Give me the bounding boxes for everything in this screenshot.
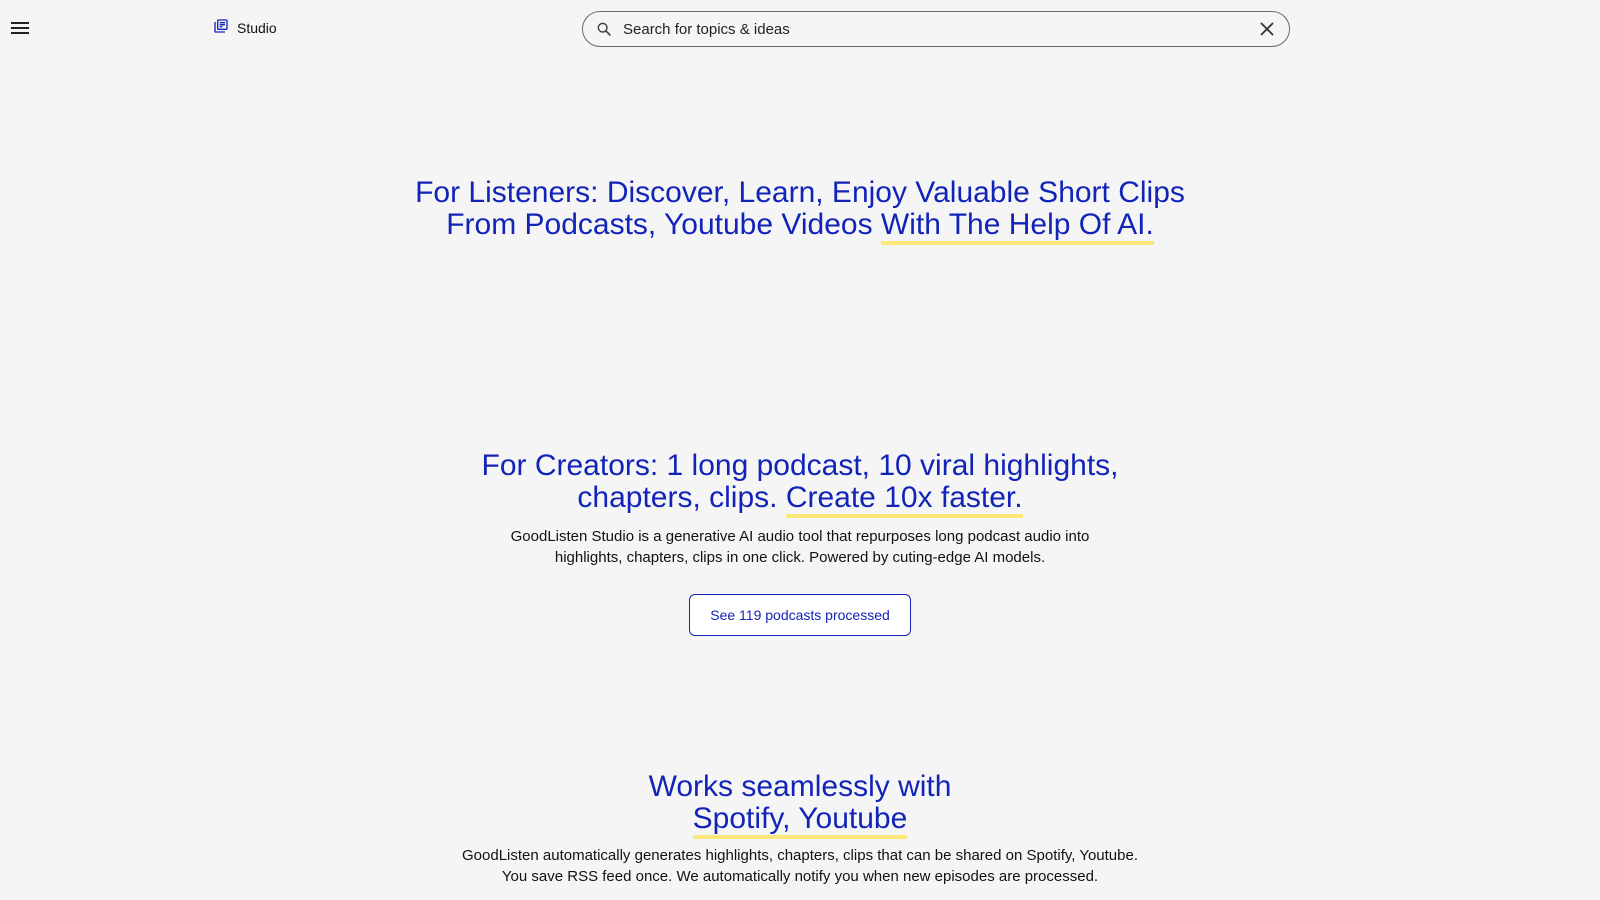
search-bar [582,11,1290,47]
search-input[interactable] [621,19,1255,39]
hamburger-menu-icon[interactable] [8,16,32,40]
creators-title-line1: For Creators: 1 long podcast, 10 viral h… [481,449,1119,482]
creators-title-highlight: Create 10x faster. [785,481,1023,518]
creators-section: For Creators: 1 long podcast, 10 viral h… [0,450,1600,636]
see-podcasts-button[interactable]: See 119 podcasts processed [689,594,911,636]
creators-title-line2: chapters, clips. [577,481,786,514]
creators-description: GoodListen Studio is a generative AI aud… [0,526,1600,568]
integrations-title-highlight: Spotify, Youtube [692,802,908,839]
creators-title: For Creators: 1 long podcast, 10 viral h… [0,449,1600,518]
integrations-title-line1: Works seamlessly with [648,770,952,803]
creators-desc-line2: highlights, chapters, clips in one click… [554,549,1046,566]
integrations-description: GoodListen automatically generates highl… [0,845,1600,887]
listeners-title-highlight: With The Help Of AI. [880,208,1154,245]
studio-link[interactable]: Studio [213,18,277,37]
listeners-title: For Listeners: Discover, Learn, Enjoy Va… [0,176,1600,245]
integrations-section: Works seamlessly with Spotify, Youtube G… [0,771,1600,887]
integrations-title: Works seamlessly with Spotify, Youtube [0,770,1600,839]
studio-label: Studio [237,19,277,36]
close-icon[interactable] [1255,17,1279,41]
listeners-title-line2: From Podcasts, Youtube Videos [446,208,881,241]
creators-desc-line1: GoodListen Studio is a generative AI aud… [510,528,1090,545]
listeners-section: For Listeners: Discover, Learn, Enjoy Va… [0,176,1600,245]
library-books-icon [213,18,229,37]
integrations-desc-line2: You save RSS feed once. We automatically… [501,868,1099,885]
search-icon [595,20,613,38]
top-bar: Studio [0,0,1600,58]
listeners-title-line1: For Listeners: Discover, Learn, Enjoy Va… [415,176,1185,209]
integrations-desc-line1: GoodListen automatically generates highl… [462,847,1138,864]
